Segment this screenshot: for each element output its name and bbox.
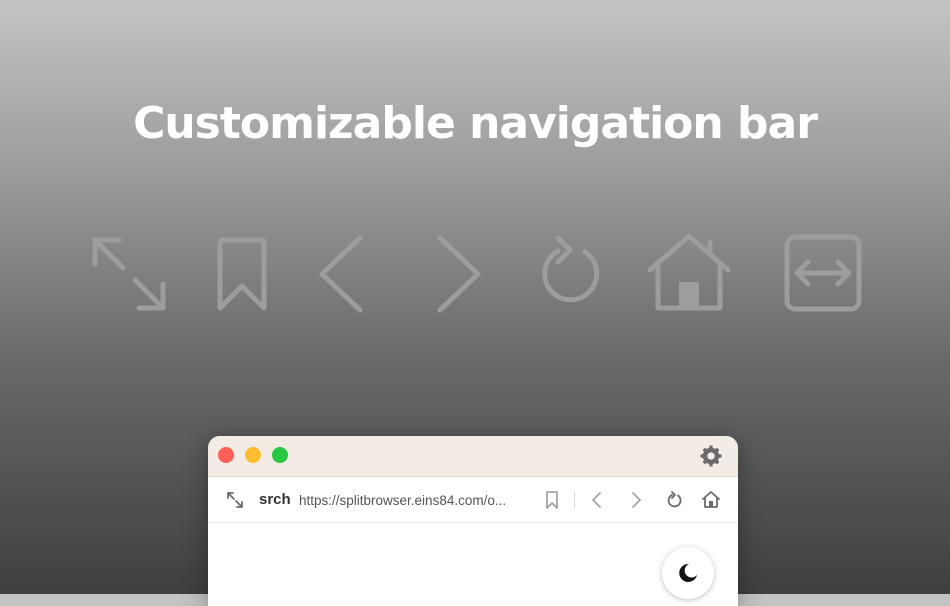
dark-mode-toggle[interactable] <box>662 547 714 599</box>
home-icon <box>644 230 734 320</box>
split-view-icon <box>778 230 868 320</box>
reload-icon <box>522 230 612 320</box>
browser-window: srch https://splitbrowser.eins84.com/o..… <box>208 436 738 606</box>
search-engine-label[interactable]: srch <box>259 491 291 508</box>
chevron-right-icon[interactable] <box>625 489 647 511</box>
title-bar <box>208 436 738 477</box>
moon-icon <box>679 563 697 582</box>
url-field[interactable]: https://splitbrowser.eins84.com/o... <box>299 493 524 508</box>
headline: Customizable navigation bar <box>133 98 818 149</box>
home-icon[interactable] <box>700 489 722 511</box>
expand-icon <box>83 230 173 320</box>
reload-icon[interactable] <box>663 489 685 511</box>
bookmark-icon <box>197 230 287 320</box>
bookmark-icon[interactable] <box>541 489 563 511</box>
back-icon <box>296 230 386 320</box>
minimize-button[interactable] <box>245 447 261 463</box>
feature-icon-row <box>0 230 950 320</box>
chevron-left-icon[interactable] <box>586 489 608 511</box>
gear-icon[interactable] <box>700 445 722 467</box>
close-button[interactable] <box>218 447 234 463</box>
forward-icon <box>414 230 504 320</box>
expand-icon[interactable] <box>224 489 246 511</box>
navigation-bar: srch https://splitbrowser.eins84.com/o..… <box>208 477 738 523</box>
zoom-button[interactable] <box>272 447 288 463</box>
toolbar-divider <box>574 491 575 509</box>
